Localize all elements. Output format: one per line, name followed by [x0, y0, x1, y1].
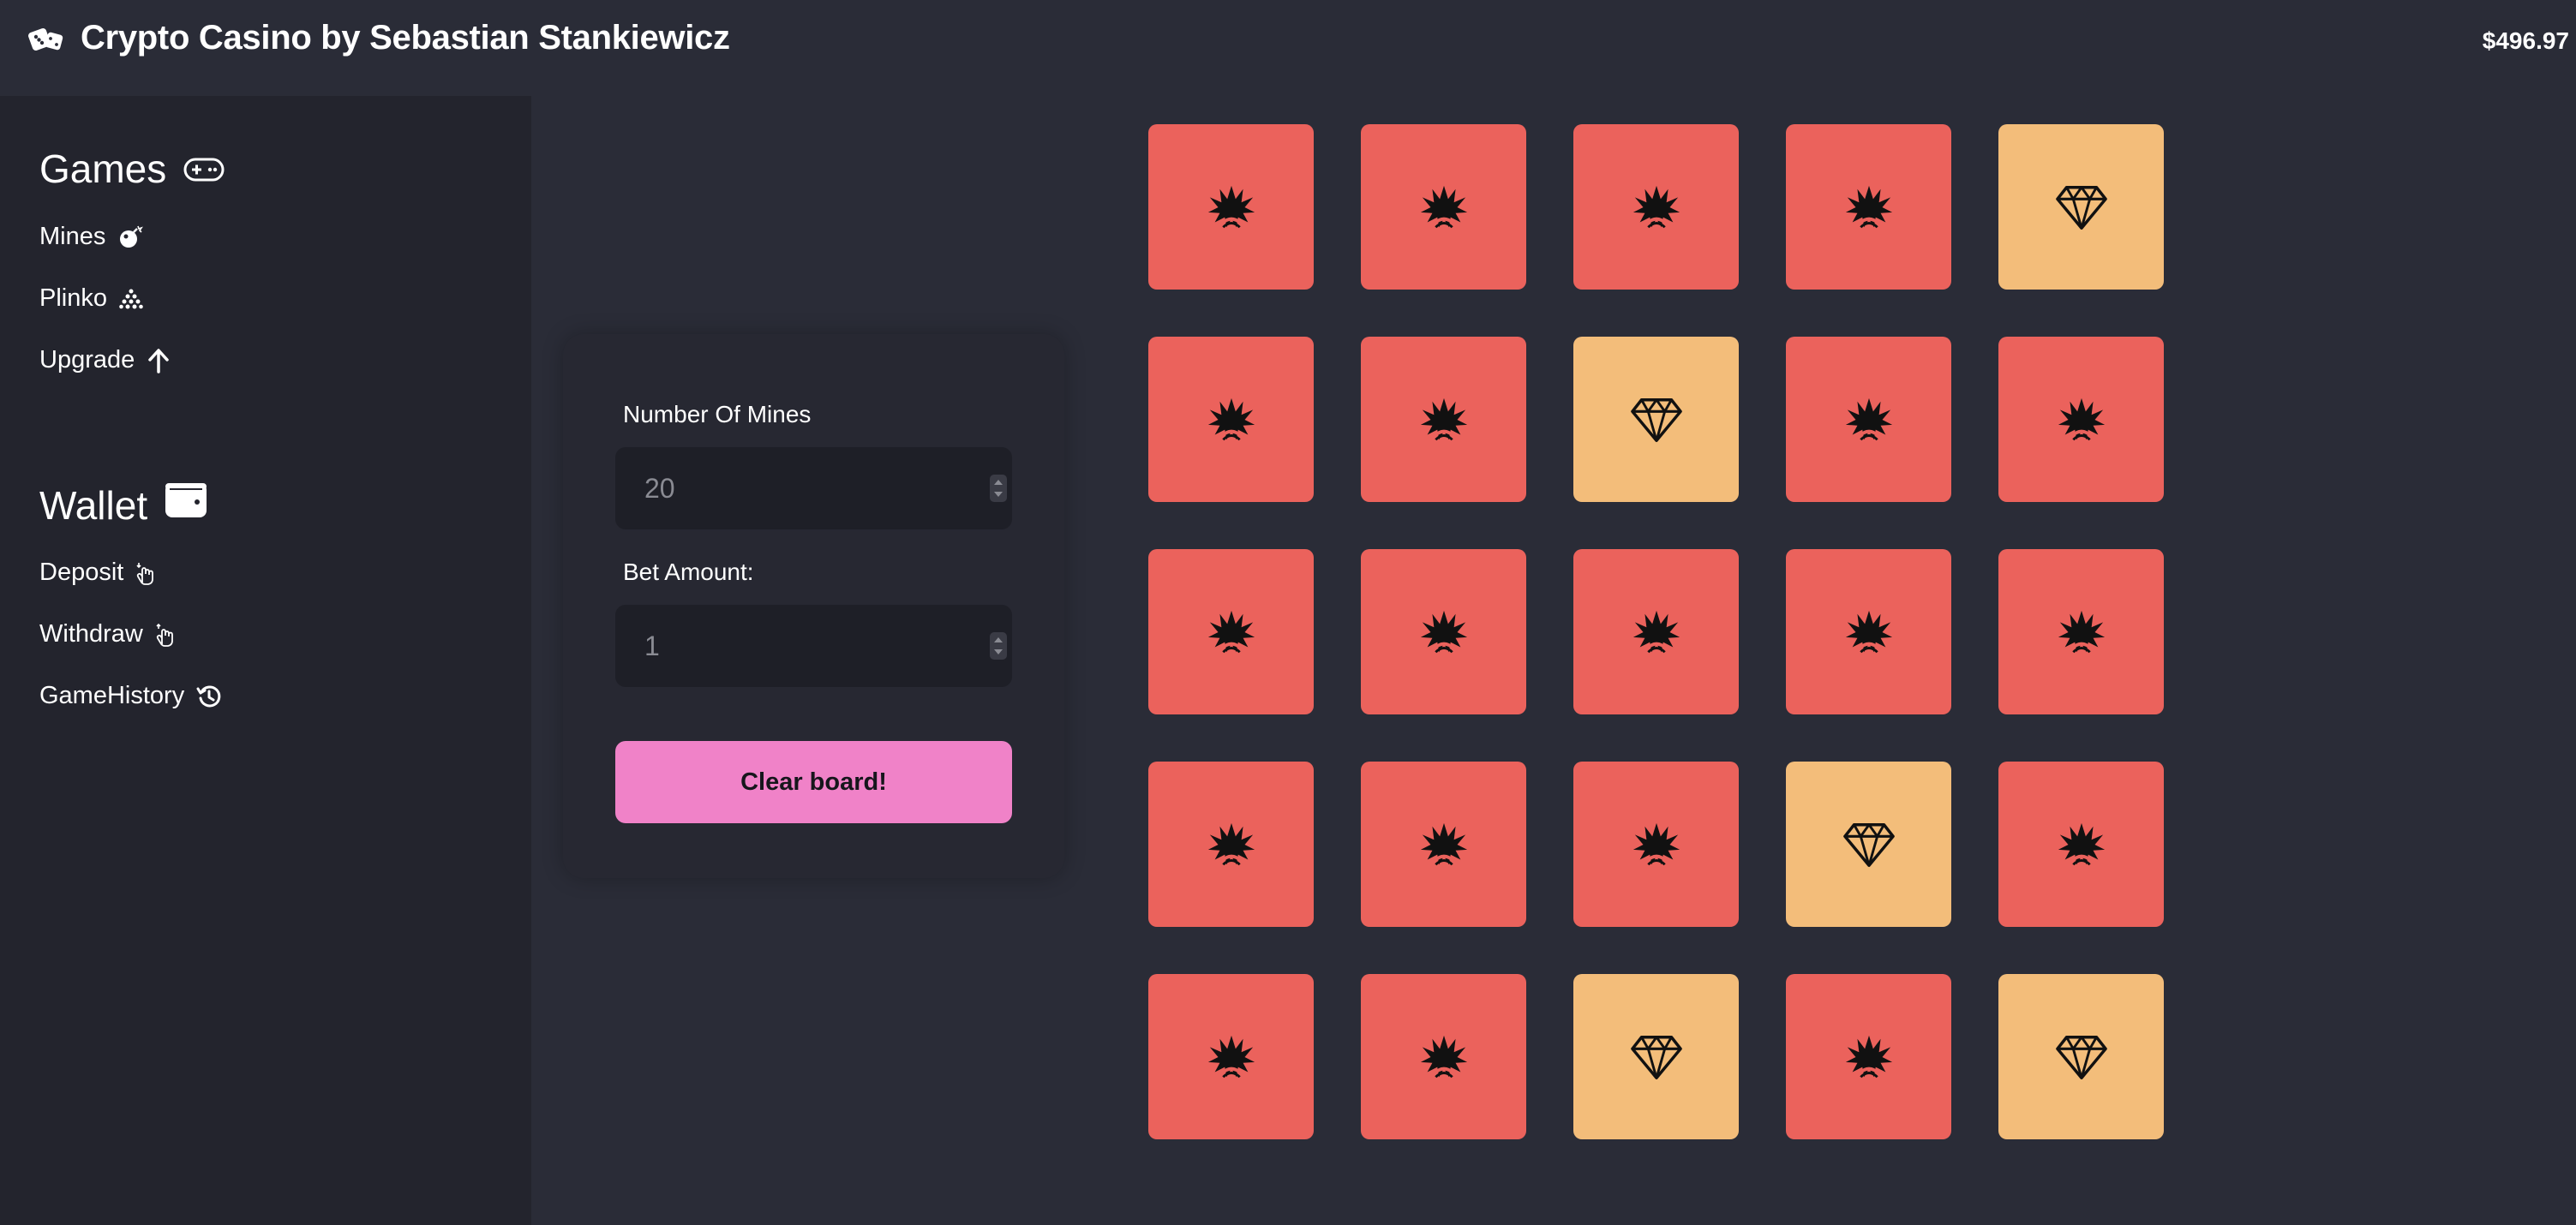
- sidebar-item-gamehistory[interactable]: GameHistory: [39, 682, 222, 710]
- gem-tile[interactable]: [1573, 974, 1739, 1139]
- sidebar: Games Mines Plinko Upgrade Wallet Deposi…: [0, 96, 531, 1225]
- wallet-heading-label: Wallet: [39, 482, 148, 528]
- explosion-icon: [1205, 1031, 1258, 1084]
- gem-tile[interactable]: [1998, 974, 2164, 1139]
- wallet-balance: $496.97: [2482, 27, 2569, 54]
- mine-tile[interactable]: [1786, 337, 1951, 502]
- explosion-icon: [1630, 606, 1683, 659]
- clear-board-button[interactable]: Clear board!: [615, 741, 1012, 823]
- explosion-icon: [2055, 818, 2108, 871]
- explosion-icon: [1205, 818, 1258, 871]
- mine-tile[interactable]: [1148, 549, 1314, 714]
- sidebar-item-withdraw[interactable]: Withdraw: [39, 620, 177, 648]
- arrow-up-icon: [147, 348, 171, 373]
- sidebar-item-upgrade[interactable]: Upgrade: [39, 346, 171, 374]
- explosion-icon: [1842, 393, 1896, 446]
- sidebar-item-label: Withdraw: [39, 620, 143, 648]
- mines-count-input-wrapper[interactable]: [615, 447, 1012, 529]
- sidebar-item-label: Deposit: [39, 559, 124, 586]
- mine-tile[interactable]: [1361, 549, 1526, 714]
- gamepad-icon: [183, 146, 225, 192]
- gem-tile[interactable]: [1786, 762, 1951, 927]
- gem-tile[interactable]: [1573, 337, 1739, 502]
- mines-controls-panel: Number Of Mines Bet Amount: Clear board!: [563, 334, 1064, 878]
- explosion-icon: [2055, 606, 2108, 659]
- sidebar-item-mines[interactable]: Mines: [39, 223, 144, 251]
- bet-amount-input[interactable]: [644, 630, 953, 662]
- explosion-icon: [1205, 181, 1258, 234]
- top-bar: Crypto Casino by Sebastian Stankiewicz $…: [0, 0, 2576, 96]
- bet-amount-input-wrapper[interactable]: [615, 605, 1012, 687]
- explosion-icon: [1417, 606, 1471, 659]
- mines-count-input[interactable]: [644, 472, 953, 505]
- mine-tile[interactable]: [1148, 124, 1314, 290]
- mine-tile[interactable]: [1361, 337, 1526, 502]
- wallet-icon: [165, 481, 207, 529]
- explosion-icon: [2055, 393, 2108, 446]
- mine-tile[interactable]: [1148, 974, 1314, 1139]
- explosion-icon: [1417, 181, 1471, 234]
- mine-tile[interactable]: [1786, 124, 1951, 290]
- mine-tile[interactable]: [1361, 762, 1526, 927]
- diamond-icon: [2055, 1033, 2108, 1081]
- explosion-icon: [1842, 1031, 1896, 1084]
- mine-tile[interactable]: [1573, 124, 1739, 290]
- deposit-hand-icon: [135, 560, 158, 586]
- mine-tile[interactable]: [1998, 337, 2164, 502]
- explosion-icon: [1842, 606, 1896, 659]
- explosion-icon: [1205, 606, 1258, 659]
- mines-board: [1148, 124, 2166, 1141]
- mine-tile[interactable]: [1998, 762, 2164, 927]
- app-title: Crypto Casino by Sebastian Stankiewicz: [81, 19, 730, 57]
- mine-tile[interactable]: [1573, 549, 1739, 714]
- mine-tile[interactable]: [1361, 124, 1526, 290]
- diamond-icon: [1630, 1033, 1683, 1081]
- sidebar-item-label: GameHistory: [39, 682, 185, 709]
- mine-tile[interactable]: [1573, 762, 1739, 927]
- mine-tile[interactable]: [1148, 762, 1314, 927]
- explosion-icon: [1417, 393, 1471, 446]
- pyramid-icon: [119, 287, 143, 311]
- mine-tile[interactable]: [1786, 549, 1951, 714]
- app-root: Crypto Casino by Sebastian Stankiewicz $…: [0, 0, 2576, 1225]
- bet-amount-stepper[interactable]: [990, 632, 1007, 660]
- sidebar-item-deposit[interactable]: Deposit: [39, 559, 158, 587]
- gem-tile[interactable]: [1998, 124, 2164, 290]
- bet-amount-label: Bet Amount:: [623, 559, 754, 585]
- mine-tile[interactable]: [1998, 549, 2164, 714]
- explosion-icon: [1630, 818, 1683, 871]
- sidebar-item-plinko[interactable]: Plinko: [39, 284, 143, 313]
- history-icon: [196, 684, 222, 709]
- explosion-icon: [1417, 1031, 1471, 1084]
- mine-tile[interactable]: [1786, 974, 1951, 1139]
- mine-tile[interactable]: [1148, 337, 1314, 502]
- wallet-heading: Wallet: [39, 481, 207, 529]
- explosion-icon: [1205, 393, 1258, 446]
- brand[interactable]: Crypto Casino by Sebastian Stankiewicz: [27, 19, 730, 57]
- mine-tile[interactable]: [1361, 974, 1526, 1139]
- mines-count-stepper[interactable]: [990, 475, 1007, 502]
- sidebar-item-label: Upgrade: [39, 346, 135, 373]
- mines-count-label: Number Of Mines: [623, 401, 812, 427]
- explosion-icon: [1417, 818, 1471, 871]
- diamond-icon: [2055, 183, 2108, 231]
- explosion-icon: [1630, 181, 1683, 234]
- games-heading: Games: [39, 146, 225, 192]
- sidebar-item-label: Mines: [39, 223, 106, 250]
- explosion-icon: [1842, 181, 1896, 234]
- diamond-icon: [1842, 821, 1896, 869]
- diamond-icon: [1630, 396, 1683, 444]
- dice-icon: [27, 21, 65, 56]
- sidebar-item-label: Plinko: [39, 284, 107, 312]
- withdraw-hand-icon: [155, 622, 177, 648]
- games-heading-label: Games: [39, 146, 167, 191]
- bomb-icon: [117, 224, 144, 250]
